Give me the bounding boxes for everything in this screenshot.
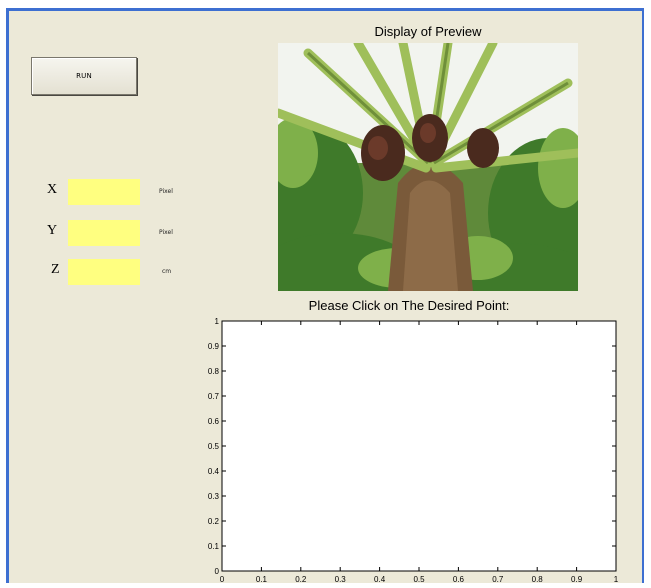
z-unit: cm: [162, 268, 172, 275]
run-button[interactable]: RUN: [31, 57, 137, 95]
y-tick-label: 0.3: [208, 492, 220, 501]
y-tick-label: 1: [215, 317, 220, 326]
y-tick-label: 0.7: [208, 392, 220, 401]
figure-panel: RUN X Pixel Y Pixel Z cm Display of Prev…: [6, 8, 644, 584]
click-axes[interactable]: 0 0.1 0.2 0.3 0.4 0.5 0.6 0.7 0.8 0.9 1 00.10.20.3…: [199, 313, 629, 588]
z-field[interactable]: [68, 259, 140, 285]
y-label: Y: [47, 223, 58, 238]
palm-tree-photo: [278, 43, 578, 291]
x-unit: Pixel: [159, 188, 173, 195]
y-tick-label: 0.1: [208, 542, 220, 551]
y-tick-label: 0.2: [208, 517, 220, 526]
y-tick-label: 0.6: [208, 417, 220, 426]
y-tick-label: 0.8: [208, 367, 220, 376]
y-field[interactable]: [68, 220, 140, 246]
y-tick-label: 0.4: [208, 467, 220, 476]
z-label: Z: [51, 262, 60, 277]
y-tick-label: 0: [215, 567, 220, 576]
x-label: X: [47, 182, 58, 197]
plot-title: Please Click on The Desired Point:: [308, 298, 510, 313]
preview-title: Display of Preview: [374, 24, 482, 39]
y-tick-label: 0.5: [208, 442, 220, 451]
y-unit: Pixel: [159, 229, 173, 236]
x-field[interactable]: [68, 179, 140, 205]
plot-area[interactable]: [221, 320, 617, 572]
app-window: RUN X Pixel Y Pixel Z cm Display of Prev…: [0, 0, 651, 584]
preview-image: [278, 43, 578, 291]
y-tick-label: 0.9: [208, 342, 220, 351]
